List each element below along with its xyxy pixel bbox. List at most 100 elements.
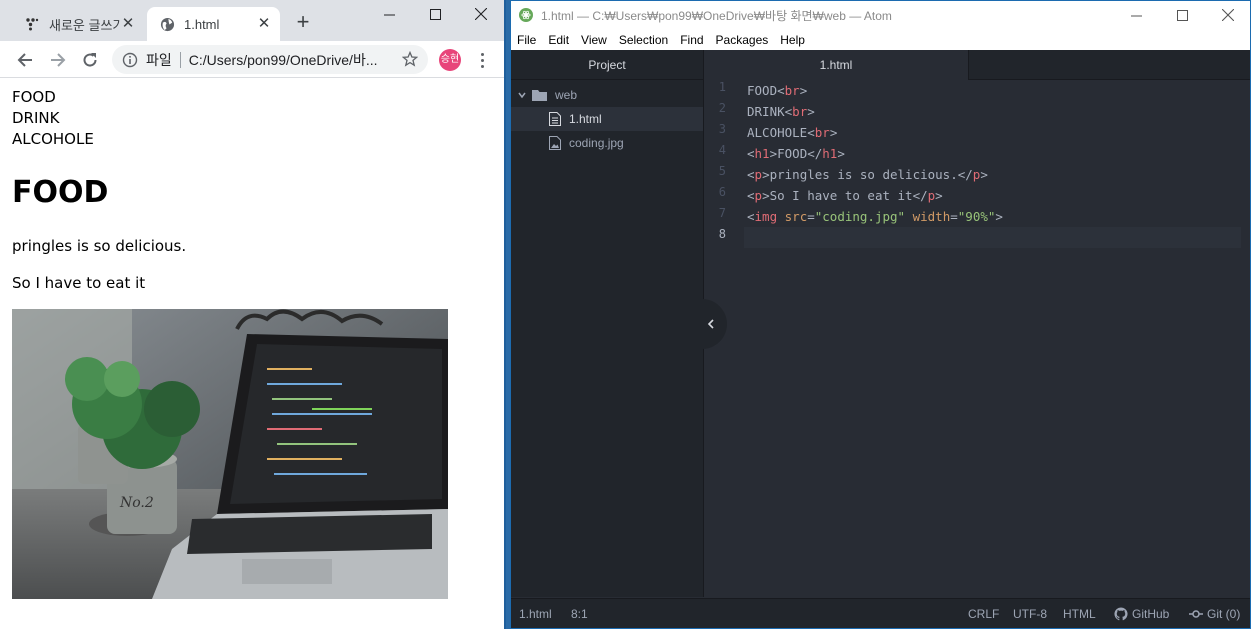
tree-view: Project web 1.html coding.jpg: [511, 50, 704, 597]
code-line[interactable]: <p>pringles is so delicious.</p>: [747, 164, 988, 185]
code-token: ALCOHOLE: [747, 125, 808, 140]
code-token: DRINK: [747, 104, 785, 119]
page-line: FOOD: [12, 88, 56, 106]
url-text[interactable]: C:/Users/pon99/OneDrive/바...: [189, 50, 389, 70]
code-line[interactable]: FOOD<br>: [747, 80, 807, 101]
reload-button[interactable]: [77, 47, 103, 73]
svg-text:No.2: No.2: [119, 495, 154, 511]
line-number: 3: [718, 122, 726, 136]
bookmark-star-icon[interactable]: [402, 51, 418, 67]
code-line[interactable]: DRINK<br>: [747, 101, 815, 122]
folder-web[interactable]: web: [511, 83, 703, 107]
menu-help[interactable]: Help: [780, 33, 805, 47]
atom-minimize-button[interactable]: [1113, 1, 1159, 29]
folder-label: web: [555, 88, 578, 102]
new-tab-button[interactable]: +: [292, 11, 314, 34]
code-token: br: [792, 104, 808, 119]
code-token: width: [912, 209, 951, 224]
code-token: img: [754, 209, 778, 224]
line-number: 8: [718, 227, 726, 241]
file-label: coding.jpg: [569, 136, 624, 150]
menu-selection[interactable]: Selection: [619, 33, 668, 47]
code-token: <: [777, 83, 785, 98]
page-heading: FOOD: [12, 175, 109, 210]
line-number: 7: [718, 206, 726, 220]
code-token: >FOOD</: [769, 146, 823, 161]
code-token: >: [829, 125, 838, 140]
code-token: >: [799, 83, 808, 98]
info-icon[interactable]: [122, 52, 138, 68]
code-token: <: [807, 125, 815, 140]
tab-1-html[interactable]: 1.html ✕: [147, 7, 280, 41]
code-token: =: [950, 209, 958, 224]
dots-favicon-icon: [24, 16, 40, 32]
status-grammar[interactable]: HTML: [1063, 599, 1096, 629]
tab-new-post[interactable]: 새로운 글쓰기 ✕: [12, 7, 144, 41]
menu-file[interactable]: File: [517, 33, 536, 47]
status-line-ending[interactable]: CRLF: [968, 599, 999, 629]
line-number: 1: [718, 80, 726, 94]
divider: [179, 51, 181, 68]
close-window-button[interactable]: [458, 0, 504, 28]
code-line[interactable]: <p>So I have to eat it</p>: [747, 185, 943, 206]
status-encoding[interactable]: UTF-8: [1013, 599, 1047, 629]
code-line[interactable]: <h1>FOOD</h1>: [747, 143, 845, 164]
profile-avatar[interactable]: 승현: [439, 49, 461, 71]
code-token: "90%": [957, 209, 996, 224]
code-token: FOOD: [747, 83, 778, 98]
line-number: 6: [718, 185, 726, 199]
page-viewport: FOOD DRINK ALCOHOLE FOOD pringles is so …: [0, 79, 504, 629]
file-label: 1.html: [569, 112, 602, 126]
menu-bar: File Edit View Selection Find Packages H…: [511, 29, 1250, 50]
atom-maximize-button[interactable]: [1159, 1, 1205, 29]
github-label: GitHub: [1132, 607, 1170, 621]
back-button[interactable]: [12, 47, 38, 73]
globe-icon: [159, 16, 175, 32]
code-token: >: [935, 188, 943, 203]
code-line[interactable]: <img src="coding.jpg" width="90%">: [747, 206, 1003, 227]
status-github[interactable]: GitHub: [1114, 599, 1169, 629]
tab-close-icon[interactable]: ✕: [256, 16, 272, 32]
minimize-button[interactable]: [366, 0, 412, 28]
code-token: =: [807, 209, 815, 224]
line-number: 4: [718, 143, 726, 157]
atom-close-button[interactable]: [1205, 1, 1251, 29]
atom-logo-icon: [519, 8, 533, 22]
code-token: <: [747, 167, 755, 182]
status-file[interactable]: 1.html: [519, 599, 552, 629]
folder-icon: [532, 90, 547, 101]
code-token: <: [747, 209, 755, 224]
status-git[interactable]: Git (0): [1189, 599, 1240, 629]
status-bar: 1.html 8:1 CRLF UTF-8 HTML GitHub Git (0…: [511, 598, 1250, 628]
code-token: br: [784, 83, 800, 98]
address-bar[interactable]: 파일 C:/Users/pon99/OneDrive/바...: [112, 45, 428, 74]
menu-view[interactable]: View: [581, 33, 607, 47]
status-cursor-position[interactable]: 8:1: [571, 599, 588, 629]
tab-close-icon[interactable]: ✕: [120, 16, 136, 32]
maximize-button[interactable]: [412, 0, 458, 28]
code-token: <: [747, 146, 755, 161]
chrome-window: 새로운 글쓰기 ✕ 1.html ✕ + 파일 C:/Users/pon99/O…: [0, 0, 506, 629]
file-coding-jpg[interactable]: coding.jpg: [511, 131, 703, 155]
code-token: src: [784, 209, 808, 224]
code-token: br: [814, 125, 830, 140]
browser-toolbar: 파일 C:/Users/pon99/OneDrive/바... 승현: [0, 41, 504, 78]
code-line[interactable]: ALCOHOLE<br>: [747, 122, 837, 143]
editor-tab-1-html[interactable]: 1.html: [704, 50, 969, 80]
menu-edit[interactable]: Edit: [548, 33, 569, 47]
window-title: 1.html — C:₩Users₩pon99₩OneDrive₩바탕 화면₩w…: [541, 8, 892, 23]
menu-packages[interactable]: Packages: [716, 33, 769, 47]
code-editor[interactable]: 1 2 3 4 5 6 7 8 FOOD<br> DRINK<br> ALCOHOL…: [704, 80, 1250, 597]
file-1-html[interactable]: 1.html: [511, 107, 703, 131]
code-token: >: [837, 146, 845, 161]
menu-find[interactable]: Find: [680, 33, 703, 47]
laptop-photo: No.2: [12, 309, 448, 599]
menu-kebab-icon[interactable]: [474, 49, 490, 71]
forward-button[interactable]: [45, 47, 71, 73]
code-token: >: [980, 167, 988, 182]
project-tab[interactable]: Project: [511, 50, 703, 80]
file-image-icon: [549, 136, 561, 150]
code-token: >: [995, 209, 1003, 224]
